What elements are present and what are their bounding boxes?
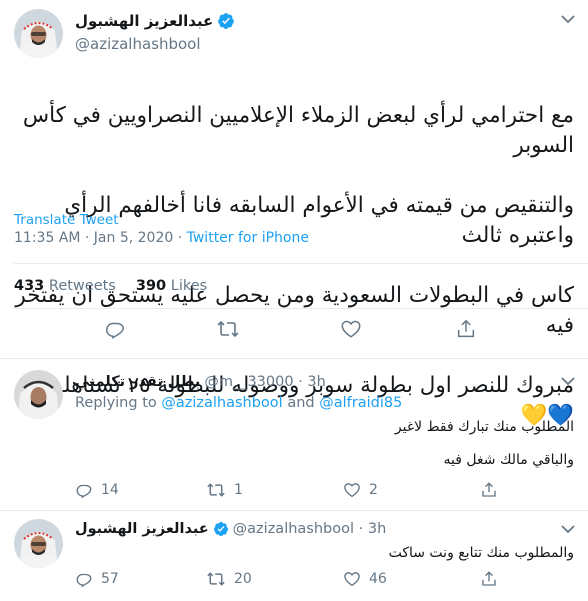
retweet-icon bbox=[217, 320, 239, 338]
divider bbox=[0, 510, 588, 511]
chevron-down-icon[interactable] bbox=[561, 376, 575, 386]
share-button[interactable] bbox=[480, 481, 498, 499]
reply-button[interactable] bbox=[104, 318, 126, 340]
reply-author-handle[interactable]: @azizalhashbool · 3h bbox=[233, 521, 387, 537]
author-name-row[interactable]: عبدالعزيز الهشبول bbox=[75, 12, 235, 30]
share-button[interactable] bbox=[480, 570, 498, 588]
likes-label: Likes bbox=[170, 278, 208, 294]
tweet-source[interactable]: Twitter for iPhone bbox=[187, 230, 309, 246]
retweets-count: 433 bbox=[14, 278, 45, 294]
share-icon bbox=[482, 482, 496, 497]
retweet-count: 1 bbox=[234, 482, 243, 498]
like-icon bbox=[344, 572, 360, 587]
reply-avatar[interactable] bbox=[14, 519, 63, 568]
reply-header: عبدالعزيز الهشبول @azizalhashbool · 3h bbox=[75, 521, 386, 537]
retweet-button[interactable]: 20 bbox=[206, 570, 252, 588]
retweets-stat[interactable]: 433 Retweets bbox=[14, 278, 116, 294]
reply-text-line: والباقي مالك شغل فيه bbox=[443, 452, 574, 468]
mention-link[interactable]: @azizalhashbool bbox=[161, 395, 282, 411]
tweet-text-line: مع احترامي لرأي لبعض الزملاء الإعلاميين … bbox=[22, 103, 574, 158]
verified-badge-icon bbox=[218, 13, 235, 29]
reply-avatar[interactable] bbox=[14, 370, 63, 419]
likes-count: 390 bbox=[135, 278, 167, 294]
reply-count: 57 bbox=[101, 571, 119, 587]
divider bbox=[14, 308, 588, 309]
author-handle[interactable]: @azizalhashbool bbox=[75, 35, 201, 53]
reply-icon bbox=[76, 573, 92, 588]
tweet-stats: 433 Retweets 390 Likes bbox=[14, 278, 207, 294]
like-icon bbox=[341, 320, 361, 338]
author-name[interactable]: عبدالعزيز الهشبول bbox=[75, 12, 213, 30]
tweet-timestamp[interactable]: 11:35 AM · Jan 5, 2020 · bbox=[14, 230, 187, 246]
reply-button[interactable]: 57 bbox=[75, 570, 119, 588]
share-button[interactable] bbox=[455, 318, 477, 340]
reply-icon bbox=[76, 484, 92, 499]
reply-text-line: والمطلوب منك تتابع ونت ساكت bbox=[388, 545, 574, 561]
like-button[interactable] bbox=[340, 318, 362, 340]
reply-header: بطل تقدر تكلمني @m__33000 · 3h bbox=[75, 374, 326, 390]
like-button[interactable]: 2 bbox=[343, 481, 378, 499]
divider bbox=[14, 263, 588, 264]
verified-badge-icon bbox=[213, 522, 228, 536]
reply-author-name[interactable]: بطل تقدر تكلمني bbox=[75, 374, 200, 390]
retweet-button[interactable]: 1 bbox=[206, 481, 243, 499]
reply-count: 14 bbox=[101, 482, 119, 498]
retweet-icon bbox=[207, 483, 225, 497]
tweet-actions bbox=[0, 318, 588, 342]
replying-and: and bbox=[282, 395, 320, 411]
translate-tweet-link[interactable]: Translate Tweet bbox=[14, 212, 119, 228]
likes-stat[interactable]: 390 Likes bbox=[136, 278, 207, 294]
reply-button[interactable]: 14 bbox=[75, 481, 119, 499]
retweet-button[interactable] bbox=[216, 318, 240, 340]
reply-text-line: المطلوب منك تبارك فقط لاغير bbox=[394, 419, 574, 435]
mention-link[interactable]: @alfraidi85 bbox=[319, 395, 402, 411]
like-button[interactable]: 46 bbox=[343, 570, 387, 588]
reply-icon bbox=[106, 322, 124, 340]
retweet-count: 20 bbox=[234, 571, 252, 587]
retweet-icon bbox=[207, 572, 225, 586]
like-count: 46 bbox=[369, 571, 387, 587]
replying-prefix: Replying to bbox=[75, 395, 162, 411]
author-avatar[interactable] bbox=[14, 9, 63, 58]
like-icon bbox=[344, 483, 360, 498]
divider bbox=[0, 358, 588, 359]
replying-to: Replying to @azizalhashbool and @alfraid… bbox=[75, 395, 402, 411]
chevron-down-icon[interactable] bbox=[561, 14, 575, 24]
tweet-meta: 11:35 AM · Jan 5, 2020 · Twitter for iPh… bbox=[14, 230, 309, 246]
reply-author-handle[interactable]: @m__33000 · 3h bbox=[204, 374, 326, 390]
retweets-label: Retweets bbox=[48, 278, 116, 294]
reply-author-name[interactable]: عبدالعزيز الهشبول bbox=[75, 521, 209, 537]
chevron-down-icon[interactable] bbox=[561, 524, 575, 534]
like-count: 2 bbox=[369, 482, 378, 498]
share-icon bbox=[482, 571, 496, 586]
share-icon bbox=[457, 319, 475, 338]
